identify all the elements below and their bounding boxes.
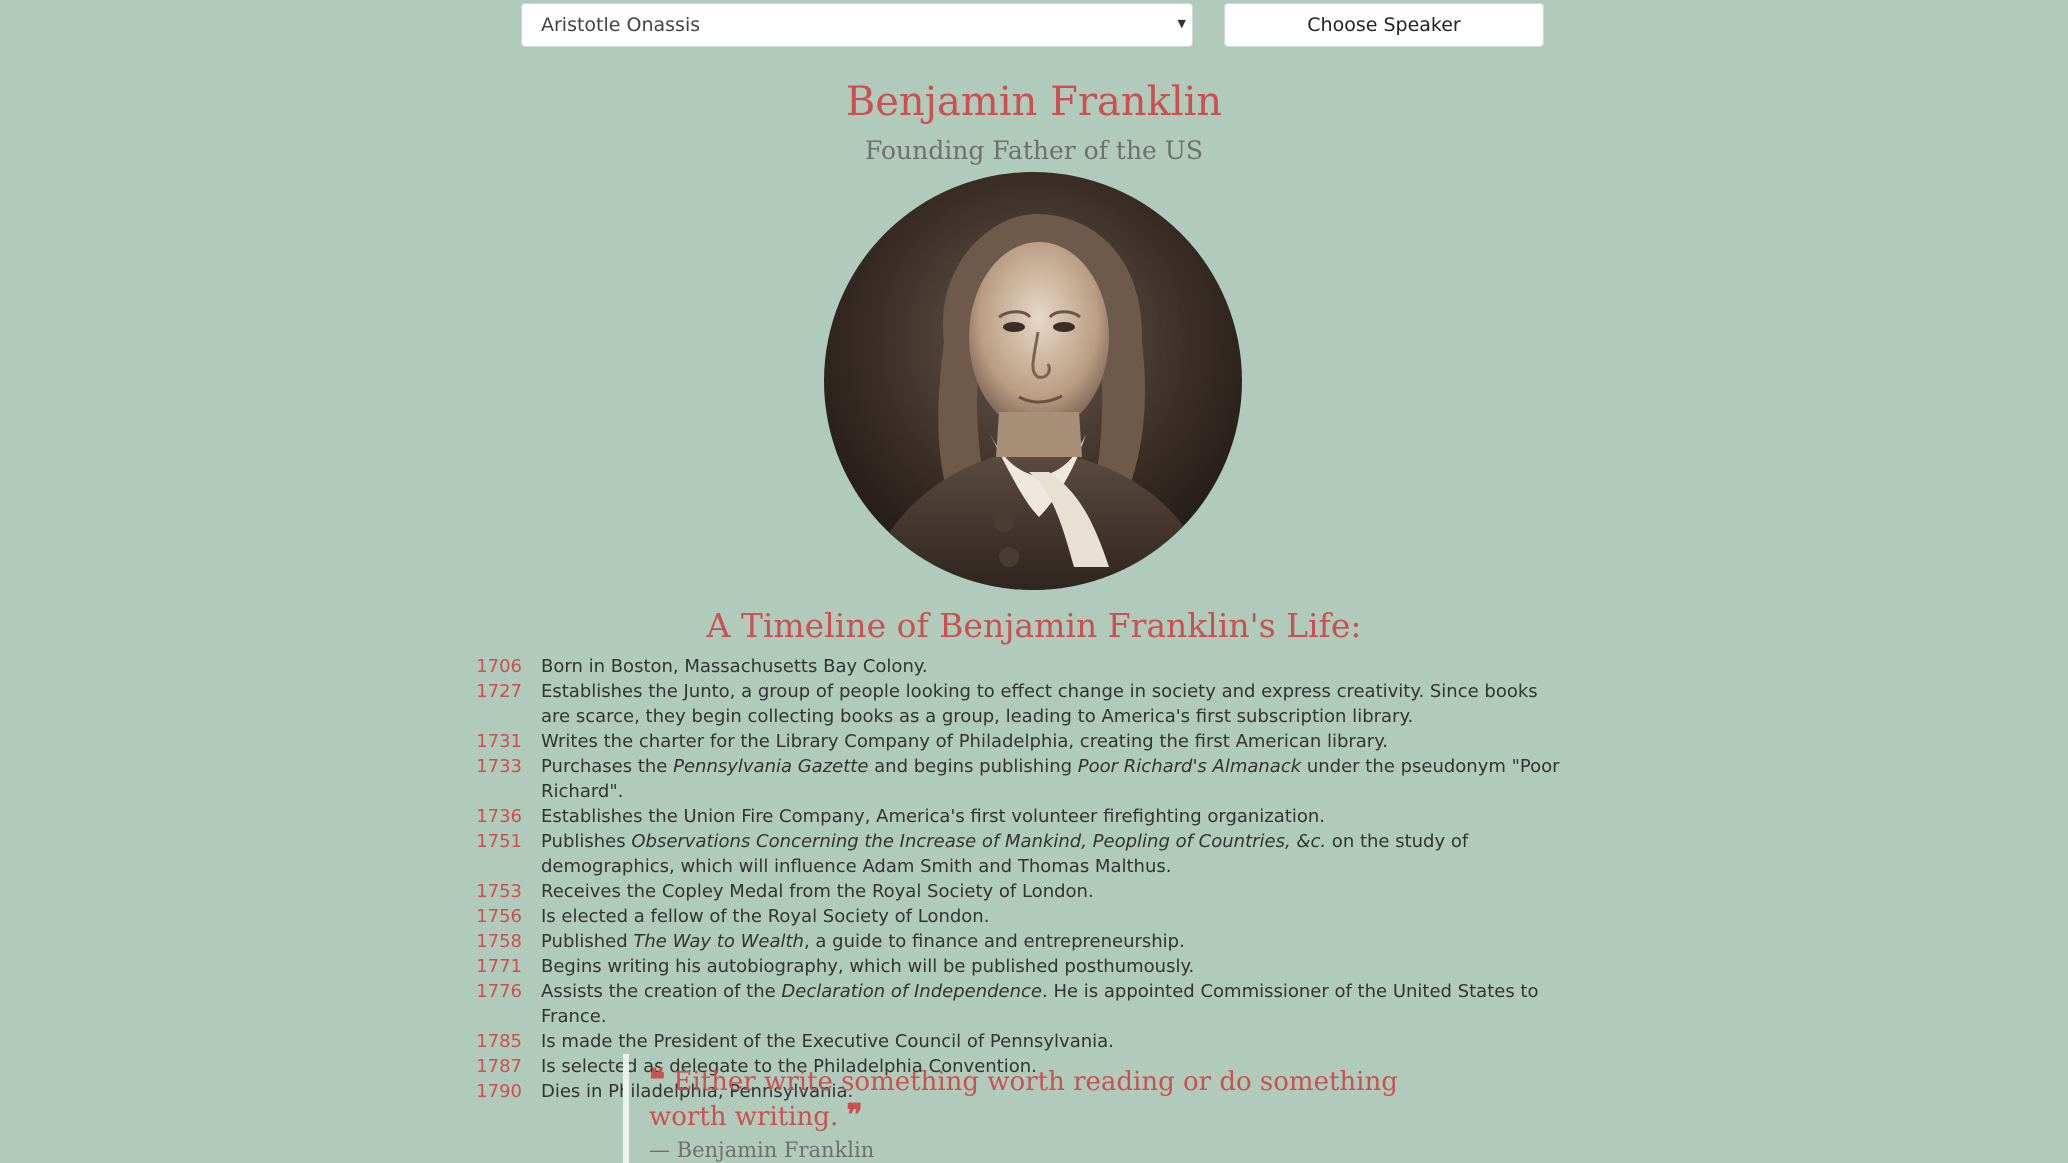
timeline-event: Is elected a fellow of the Royal Society…: [522, 904, 1560, 929]
timeline-event-text: and begins publishing: [868, 756, 1078, 777]
timeline-event-title: The Way to Wealth: [633, 931, 804, 952]
quote-left-icon: ❝: [649, 1063, 666, 1098]
timeline-event-text: Purchases the: [541, 756, 674, 777]
timeline-event: Writes the charter for the Library Compa…: [522, 729, 1560, 754]
timeline-event-text: Receives the Copley Medal from the Royal…: [541, 881, 1094, 902]
timeline-entry: 1751 Publishes Observations Concerning th…: [460, 829, 1560, 879]
timeline-year: 1776: [476, 981, 522, 1002]
quote-author: — Benjamin Franklin: [649, 1138, 875, 1162]
timeline-event: Receives the Copley Medal from the Royal…: [522, 879, 1560, 904]
quote-text: Either write something worth reading or …: [649, 1067, 1398, 1132]
speaker-select-value: Aristotle Onassis: [541, 14, 701, 36]
timeline-entry: 1753 Receives the Copley Medal from the R…: [460, 879, 1560, 904]
page: Aristotle Onassis ▼ Choose Speaker Benja…: [0, 0, 2068, 1163]
timeline-event-text: Writes the charter for the Library Compa…: [541, 731, 1389, 752]
speaker-name: Benjamin Franklin: [845, 79, 1223, 125]
timeline-event: Is made the President of the Executive C…: [522, 1029, 1560, 1054]
speaker-portrait: [824, 172, 1242, 590]
timeline-event-text: Is made the President of the Executive C…: [541, 1031, 1114, 1052]
timeline-entry: 1733 Purchases the Pennsylvania Gazette a…: [460, 754, 1560, 804]
timeline-entry: 1776 Assists the creation of the Declarat…: [460, 979, 1560, 1029]
timeline-entry: 1785 Is made the President of the Executi…: [460, 1029, 1560, 1054]
timeline-event-text: Is elected a fellow of the Royal Society…: [541, 906, 990, 927]
timeline-year: 1733: [476, 756, 522, 777]
timeline-title: A Timeline of Benjamin Franklin's Life:: [706, 606, 1362, 645]
timeline-event-text: Begins writing his autobiography, which …: [541, 956, 1195, 977]
timeline-event-title: Observations Concerning the Increase of …: [631, 831, 1327, 852]
timeline-year: 1790: [476, 1081, 522, 1102]
timeline-year: 1751: [476, 831, 522, 852]
timeline-year: 1727: [476, 681, 522, 702]
choose-speaker-button[interactable]: Choose Speaker: [1224, 3, 1544, 47]
timeline-entry: 1727 Establishes the Junto, a group of pe…: [460, 679, 1560, 729]
timeline-event: Born in Boston, Massachusetts Bay Colony…: [522, 654, 1560, 679]
timeline-event: Assists the creation of the Declaration …: [522, 979, 1560, 1029]
timeline-entry: 1758 Published The Way to Wealth, a guide…: [460, 929, 1560, 954]
timeline-year: 1731: [476, 731, 522, 752]
timeline-year: 1706: [476, 656, 522, 677]
timeline-year: 1753: [476, 881, 522, 902]
caret-down-icon: ▼: [1177, 17, 1186, 30]
timeline-entry: 1731 Writes the charter for the Library C…: [460, 729, 1560, 754]
quote-text-container: ❝ Either write something worth reading o…: [649, 1064, 1443, 1134]
timeline-event-text: Establishes the Union Fire Company, Amer…: [541, 806, 1325, 827]
timeline-event: Publishes Observations Concerning the In…: [522, 829, 1560, 879]
timeline-year: 1756: [476, 906, 522, 927]
timeline-year: 1771: [476, 956, 522, 977]
timeline-entry: 1736 Establishes the Union Fire Company, …: [460, 804, 1560, 829]
timeline-year: 1736: [476, 806, 522, 827]
timeline-event-text: Publishes: [541, 831, 632, 852]
timeline-list: 1706 Born in Boston, Massachusetts Bay Co…: [460, 654, 1560, 1104]
timeline-event: Establishes the Junto, a group of people…: [522, 679, 1560, 729]
timeline-event: Purchases the Pennsylvania Gazette and b…: [522, 754, 1560, 804]
timeline-event: Begins writing his autobiography, which …: [522, 954, 1560, 979]
timeline-year: 1787: [476, 1056, 522, 1077]
timeline-event: Published The Way to Wealth, a guide to …: [522, 929, 1560, 954]
timeline-event-text: Published: [541, 931, 634, 952]
timeline-event-title: Pennsylvania Gazette: [673, 756, 869, 777]
timeline-entry: 1771 Begins writing his autobiography, wh…: [460, 954, 1560, 979]
timeline-entry: 1706 Born in Boston, Massachusetts Bay Co…: [460, 654, 1560, 679]
timeline-event-title: Poor Richard's Almanack: [1077, 756, 1302, 777]
timeline-event: Establishes the Union Fire Company, Amer…: [522, 804, 1560, 829]
timeline-event-text: Establishes the Junto, a group of people…: [541, 681, 1538, 727]
timeline-year: 1785: [476, 1031, 522, 1052]
speaker-select[interactable]: Aristotle Onassis ▼: [521, 3, 1193, 47]
speaker-tagline: Founding Father of the US: [864, 136, 1203, 165]
timeline-event-text: Assists the creation of the: [541, 981, 782, 1002]
quote-right-icon: ❞: [846, 1098, 863, 1133]
quote-block: ❝ Either write something worth reading o…: [623, 1054, 1443, 1163]
timeline-event-title: Declaration of Independence: [781, 981, 1042, 1002]
timeline-event-text: Born in Boston, Massachusetts Bay Colony…: [541, 656, 928, 677]
timeline-entry: 1756 Is elected a fellow of the Royal Soc…: [460, 904, 1560, 929]
timeline-year: 1758: [476, 931, 522, 952]
timeline-event-text: , a guide to finance and entrepreneurshi…: [803, 931, 1185, 952]
